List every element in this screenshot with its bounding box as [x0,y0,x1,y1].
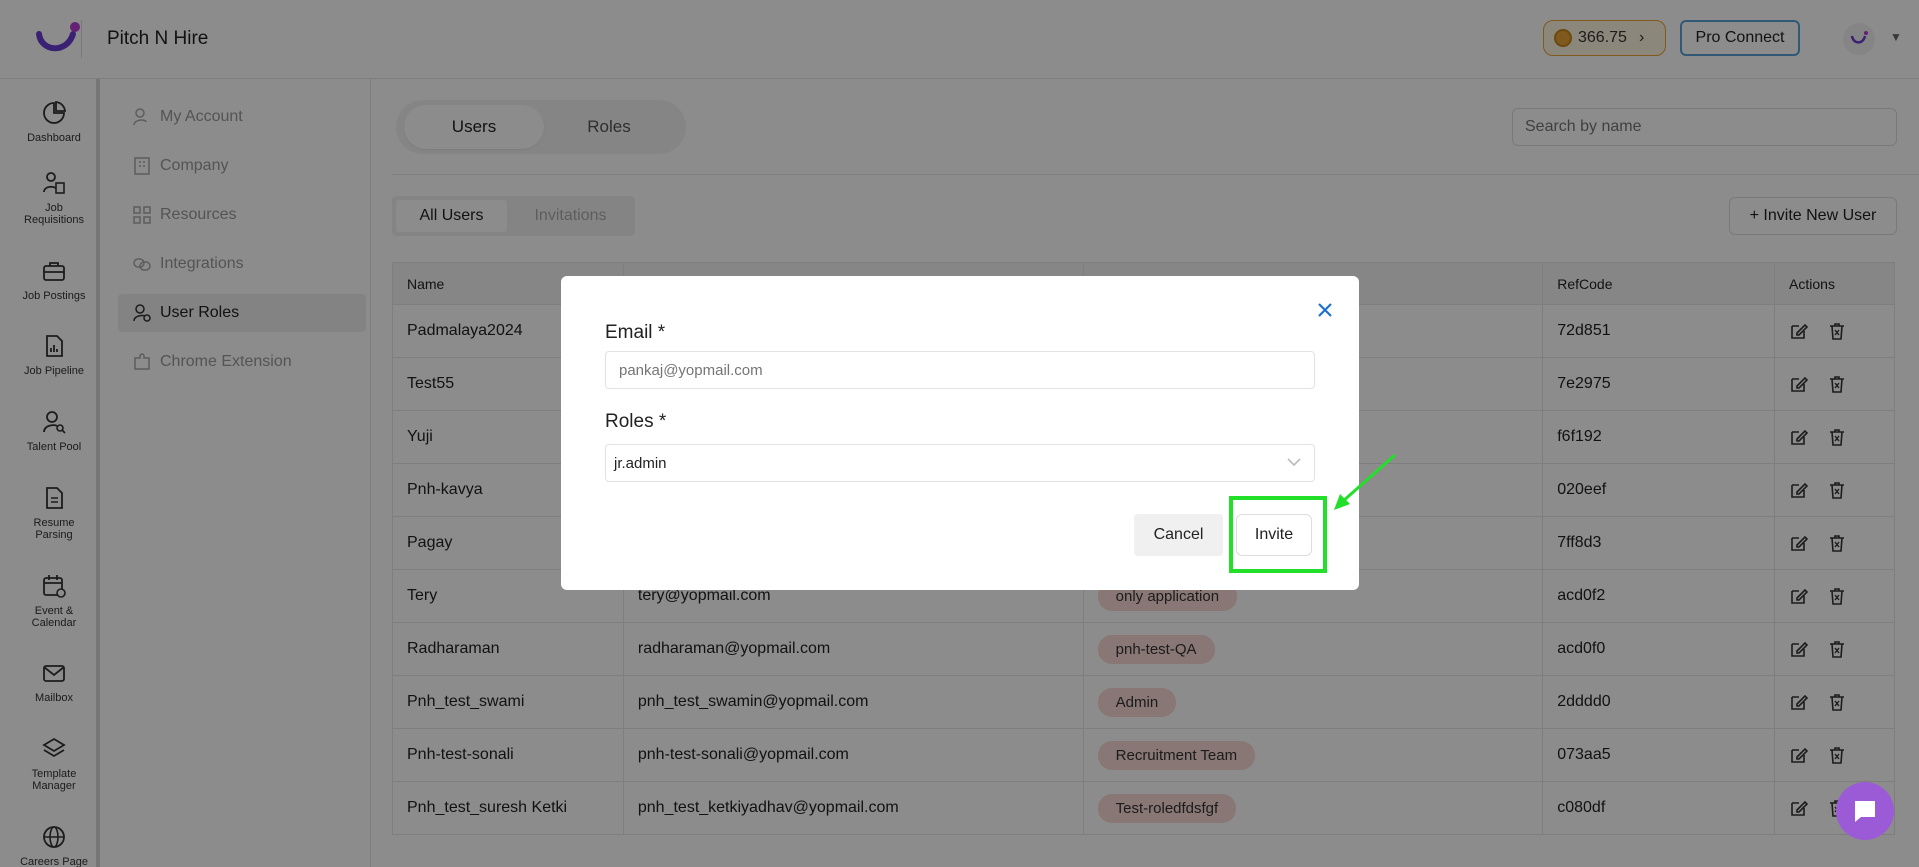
highlight-box [1229,496,1327,573]
annotation-arrow-icon [1334,453,1396,510]
roles-label: Roles * [605,411,667,432]
email-label: Email * [605,322,666,343]
cancel-button[interactable]: Cancel [1134,514,1223,556]
chat-bubble-icon [1855,801,1875,822]
roles-selected-value: jr.admin [614,454,667,472]
email-field[interactable] [605,351,1315,389]
roles-select[interactable]: jr.admin [605,444,1315,482]
close-icon[interactable] [1313,298,1337,322]
chevron-down-icon [1287,458,1301,467]
